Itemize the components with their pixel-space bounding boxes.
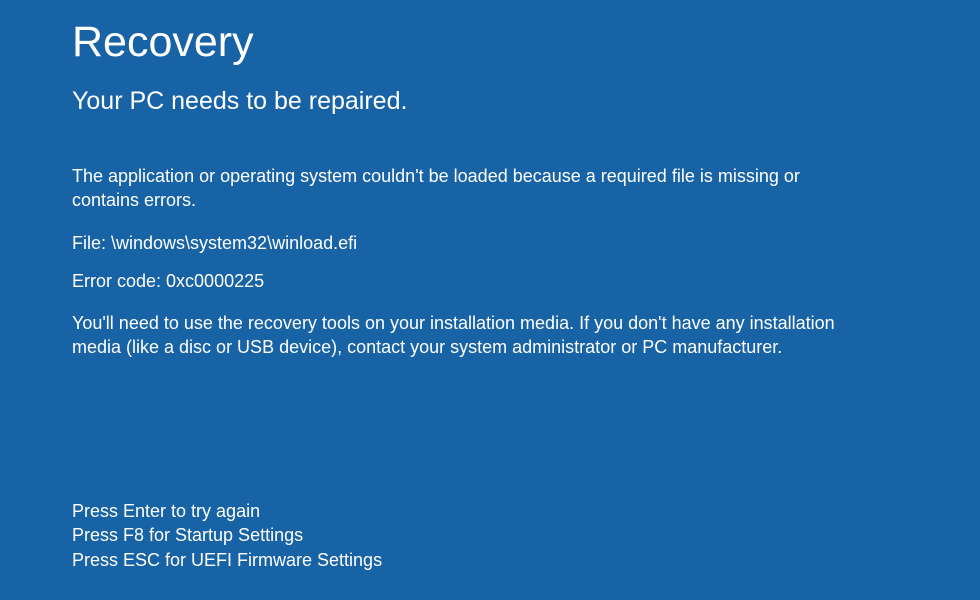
instruction-esc: Press ESC for UEFI Firmware Settings [72,548,382,572]
key-instructions: Press Enter to try again Press F8 for St… [72,499,382,572]
instruction-f8: Press F8 for Startup Settings [72,523,382,547]
page-title: Recovery [72,18,908,67]
error-file: File: \windows\system32\winload.efi [72,231,852,255]
page-subtitle: Your PC needs to be repaired. [72,87,908,116]
instruction-enter: Press Enter to try again [72,499,382,523]
error-advice: You'll need to use the recovery tools on… [72,311,852,360]
error-body: The application or operating system coul… [72,164,852,360]
error-code: Error code: 0xc0000225 [72,269,852,293]
error-message: The application or operating system coul… [72,164,852,213]
